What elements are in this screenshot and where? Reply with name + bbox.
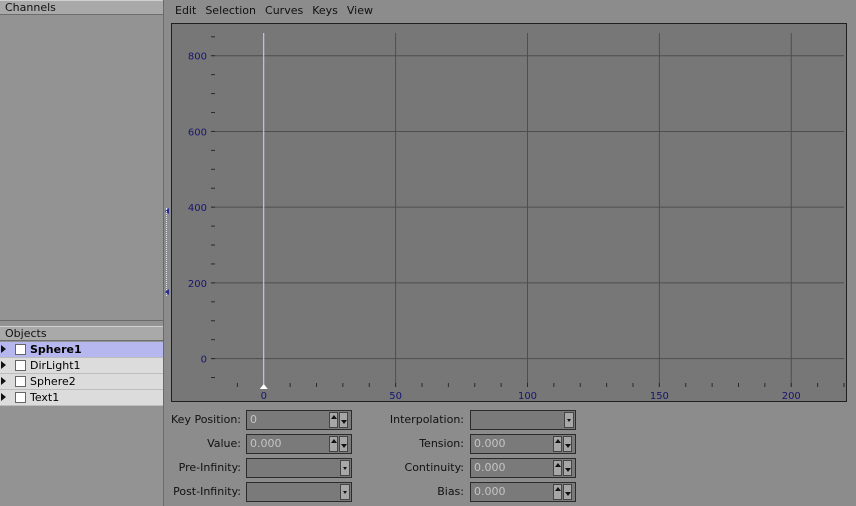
chevron-down-icon[interactable]: [564, 412, 574, 428]
expand-arrow-icon[interactable]: [1, 393, 6, 401]
x-tick-label: 50: [389, 391, 402, 402]
object-label: Text1: [30, 391, 60, 404]
key-position-field[interactable]: 0: [246, 410, 352, 430]
object-row-sphere1[interactable]: Sphere1: [0, 342, 163, 358]
interpolation-select[interactable]: [470, 410, 576, 430]
tension-field[interactable]: 0.000: [470, 434, 576, 454]
object-checkbox[interactable]: [15, 392, 26, 403]
expand-arrow-icon[interactable]: [1, 377, 6, 385]
left-panel: Channels Objects Sphere1 DirLight1 Spher…: [0, 0, 164, 506]
spin-up-icon[interactable]: [329, 436, 338, 452]
pre-infinity-select[interactable]: [246, 458, 352, 478]
channels-header: Channels: [0, 0, 163, 15]
spin-down-icon[interactable]: [563, 484, 572, 500]
bias-field[interactable]: 0.000: [470, 482, 576, 502]
object-row-dirlight1[interactable]: DirLight1: [0, 358, 163, 374]
y-tick-label: 800: [188, 52, 207, 63]
spin-down-icon[interactable]: [563, 436, 572, 452]
object-row-sphere2[interactable]: Sphere2: [0, 374, 163, 390]
chevron-down-icon[interactable]: [340, 460, 350, 476]
expand-arrow-icon[interactable]: [1, 345, 6, 353]
panel-splitter[interactable]: [164, 205, 170, 299]
key-position-value: 0: [250, 413, 257, 426]
value-value: 0.000: [250, 437, 282, 450]
expand-arrow-icon[interactable]: [1, 361, 6, 369]
object-label: Sphere1: [30, 343, 82, 356]
object-row-text1[interactable]: Text1: [0, 390, 163, 406]
spin-up-icon[interactable]: [329, 412, 338, 428]
tension-value: 0.000: [474, 437, 506, 450]
collapse-left-icon[interactable]: [165, 289, 169, 295]
spin-up-icon[interactable]: [553, 460, 562, 476]
post-infinity-select[interactable]: [246, 482, 352, 502]
spin-up-icon[interactable]: [553, 436, 562, 452]
spin-down-icon[interactable]: [339, 436, 348, 452]
object-label: Sphere2: [30, 375, 76, 388]
menu-curves[interactable]: Curves: [260, 2, 307, 20]
spin-down-icon[interactable]: [339, 412, 348, 428]
curve-graph[interactable]: 0 50 100 150 200 800 600 400 200 0: [171, 23, 847, 402]
object-checkbox[interactable]: [15, 344, 26, 355]
pre-infinity-label: Pre-Infinity:: [178, 461, 241, 474]
continuity-field[interactable]: 0.000: [470, 458, 576, 478]
menu-selection[interactable]: Selection: [200, 2, 260, 20]
spin-down-icon[interactable]: [563, 460, 572, 476]
value-label: Value:: [207, 437, 241, 450]
y-tick-label: 600: [188, 127, 207, 138]
interpolation-label: Interpolation:: [389, 413, 464, 426]
x-tick-label: 200: [782, 391, 801, 402]
channels-list[interactable]: [0, 15, 163, 321]
object-checkbox[interactable]: [15, 360, 26, 371]
post-infinity-label: Post-Infinity:: [173, 485, 241, 498]
menu-bar: Edit Selection Curves Keys View: [170, 2, 377, 20]
splitter-grip[interactable]: [166, 208, 169, 296]
object-label: DirLight1: [30, 359, 81, 372]
y-tick-label: 400: [188, 203, 207, 214]
bias-value: 0.000: [474, 485, 506, 498]
continuity-label: Continuity:: [404, 461, 464, 474]
spin-up-icon[interactable]: [553, 484, 562, 500]
y-tick-label: 200: [188, 279, 207, 290]
x-tick-label: 100: [518, 391, 537, 402]
menu-view[interactable]: View: [342, 2, 377, 20]
objects-list: Sphere1 DirLight1 Sphere2 Text1: [0, 342, 163, 406]
x-tick-label: 0: [261, 391, 267, 402]
x-tick-label: 150: [650, 391, 669, 402]
object-checkbox[interactable]: [15, 376, 26, 387]
menu-keys[interactable]: Keys: [307, 2, 342, 20]
value-field[interactable]: 0.000: [246, 434, 352, 454]
objects-header: Objects: [0, 326, 163, 341]
menu-edit[interactable]: Edit: [170, 2, 200, 20]
key-position-label: Key Position:: [171, 413, 241, 426]
y-tick-label: 0: [201, 355, 207, 366]
tension-label: Tension:: [419, 437, 464, 450]
bias-label: Bias:: [437, 485, 464, 498]
continuity-value: 0.000: [474, 461, 506, 474]
chevron-down-icon[interactable]: [340, 484, 350, 500]
